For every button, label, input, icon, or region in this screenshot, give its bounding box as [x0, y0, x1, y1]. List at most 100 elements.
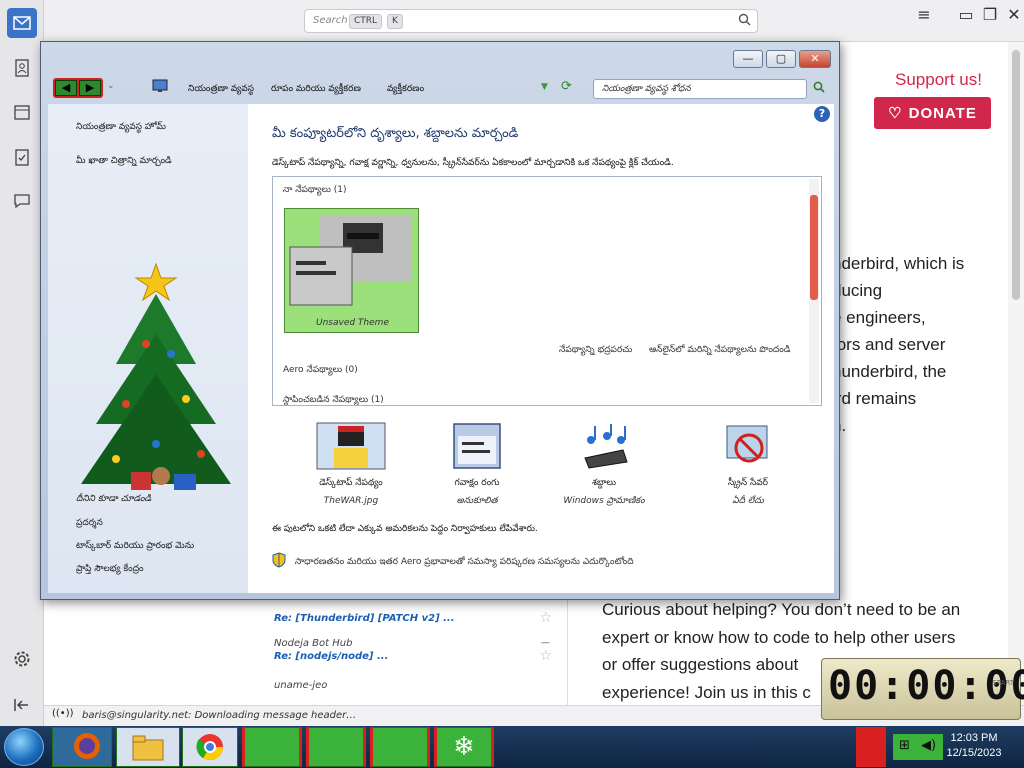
- link-ease-of-access[interactable]: ప్రాప్తి సౌలభ్య కేంద్రం: [76, 564, 144, 576]
- page-description: డెస్క్‌టాప్ నేపథ్యాన్ని, గవాక్ష వర్ణాన్న…: [272, 158, 674, 168]
- breadcrumb-appearance[interactable]: రూపం మరియు వ్యక్తీకరణ: [271, 84, 361, 96]
- settings-gear-icon[interactable]: [10, 647, 34, 671]
- status-text: baris@singularity.net: Downloading messa…: [82, 710, 357, 721]
- donate-button[interactable]: ♡ DONATE: [874, 97, 991, 129]
- message-row[interactable]: Nodeja Bot Hub — Re: [nodejs/node] ... ☆: [262, 636, 562, 664]
- close-button[interactable]: ✕: [1004, 6, 1024, 26]
- page-scrollbar[interactable]: [1008, 42, 1024, 726]
- option-value: అనుకూలిత: [456, 496, 498, 506]
- message-sender: uname-jeo: [274, 680, 328, 691]
- forward-button[interactable]: ▶: [79, 80, 101, 96]
- message-row[interactable]: uname-jeo: [262, 678, 562, 706]
- system-tray: ⊞ ◀): [893, 734, 943, 760]
- timer-start-button[interactable]: START: [992, 679, 1014, 687]
- about-line: nderbird, which is: [832, 254, 965, 273]
- snowflake-icon: ❄: [453, 732, 475, 762]
- link-display[interactable]: ప్రదర్శన: [76, 518, 103, 530]
- explorer-button[interactable]: [116, 727, 180, 767]
- app-menu-icon[interactable]: ≡: [914, 6, 934, 26]
- calendar-icon[interactable]: [10, 100, 34, 124]
- control-panel-search-input[interactable]: నియంత్రణా వ్యవస్థ శోధన: [593, 79, 807, 99]
- breadcrumb-control-panel[interactable]: నియంత్రణా వ్యవస్థ: [188, 84, 254, 96]
- start-button[interactable]: [4, 728, 44, 766]
- message-row[interactable]: Re: [Thunderbird] [PATCH v2] ... ☆: [262, 598, 562, 626]
- desktop-background-icon: [316, 422, 386, 470]
- troubleshoot-link[interactable]: సాధారణతనం మరియు ఇతర Aero ప్రభావాలతో సమస్…: [295, 557, 634, 567]
- about-line: e engineers,: [832, 308, 926, 327]
- theme-name: Unsaved Theme: [316, 318, 389, 328]
- taskbar-tree-app[interactable]: [242, 727, 302, 767]
- volume-icon[interactable]: ◀): [921, 738, 936, 753]
- option-label: గవాక్షం రంగు: [454, 478, 500, 488]
- scrollbar-thumb[interactable]: [1012, 50, 1020, 300]
- back-button[interactable]: ◀: [55, 80, 77, 96]
- taskbar-snowflake-app[interactable]: ❄: [434, 727, 494, 767]
- minimize-button[interactable]: ▭: [956, 6, 976, 26]
- about-line: ird remains: [832, 389, 917, 408]
- network-icon[interactable]: ⊞: [899, 738, 910, 753]
- curious-line: expert or know how to code to help other…: [602, 627, 956, 647]
- window-controls: — ▢ ✕: [733, 50, 831, 68]
- search-icon: [738, 13, 751, 29]
- search-placeholder: Search: [313, 15, 348, 26]
- heart-icon: ♡: [888, 105, 903, 122]
- spaces-toolbar: [0, 0, 44, 726]
- star-icon[interactable]: ☆: [539, 610, 552, 626]
- collapse-spaces-icon[interactable]: [10, 693, 34, 717]
- get-more-themes-link[interactable]: ఆన్‌లైన్‌లో మరిన్ని నేపథ్యాలను పొందండి: [649, 345, 791, 357]
- system-clock[interactable]: 12:03 PM 12/15/2023: [944, 731, 1004, 761]
- option-value: TheWAR.jpg: [323, 496, 379, 506]
- unsaved-theme-tile[interactable]: Unsaved Theme: [284, 208, 419, 333]
- christmas-tree-illustration: [81, 262, 231, 490]
- show-hidden-icons[interactable]: [856, 727, 886, 767]
- taskbar-thunderbird[interactable]: [306, 727, 366, 767]
- close-button[interactable]: ✕: [799, 50, 831, 68]
- countdown-timer[interactable]: 00:00:00 START: [821, 658, 1024, 720]
- troubleshoot-link-row[interactable]: సాధారణతనం మరియు ఇతర Aero ప్రభావాలతో సమస్…: [272, 552, 634, 571]
- chrome-button[interactable]: [182, 727, 238, 767]
- refresh-icon[interactable]: ⟳: [561, 79, 572, 94]
- support-us-heading: Support us!: [895, 70, 982, 89]
- clock-time: 12:03 PM: [950, 732, 998, 744]
- control-panel-icon: [152, 79, 168, 96]
- link-taskbar-start-menu[interactable]: టాస్క్‌బార్ మరియు ప్రారంభ మెను: [76, 541, 194, 553]
- sounds-option[interactable]: శబ్దాలు Windows ప్రామాణికం: [544, 422, 664, 508]
- installed-themes-heading: స్థాపించబడిన నేపథ్యాలు (1): [283, 395, 384, 405]
- save-theme-link[interactable]: నేపథ్యాన్ని భద్రపరచు: [559, 345, 632, 357]
- shield-icon: [272, 552, 286, 571]
- history-dropdown-icon[interactable]: ⌄: [107, 81, 115, 91]
- about-line: hunderbird, the: [832, 362, 947, 381]
- theme-preview-icon: [289, 215, 411, 306]
- message-date: —: [541, 638, 550, 648]
- online-status-icon[interactable]: ((•)): [52, 708, 74, 719]
- taskbar: ❄ ⊞ ◀) 12:03 PM 12/15/2023: [0, 726, 1024, 768]
- desktop-background-option[interactable]: డెస్క్‌టాప్ నేపథ్యం TheWAR.jpg: [291, 422, 411, 506]
- message-list: Re: [Thunderbird] [PATCH v2] ... ☆ Nodej…: [262, 596, 568, 706]
- link-change-account-picture[interactable]: మీ ఖాతా చిత్రాన్ని మార్చండి: [76, 156, 172, 168]
- minimize-button[interactable]: —: [733, 50, 763, 68]
- tasks-icon[interactable]: [10, 145, 34, 169]
- about-paragraph: nderbird, which is ducing e engineers, t…: [832, 250, 1012, 439]
- address-book-icon[interactable]: [10, 56, 34, 80]
- help-icon[interactable]: ?: [814, 106, 830, 122]
- theme-list-scrollbar[interactable]: [809, 179, 819, 403]
- window-color-option[interactable]: గవాక్షం రంగు అనుకూలిత: [417, 422, 537, 508]
- scrollbar-thumb[interactable]: [810, 195, 818, 300]
- restore-button[interactable]: ❐: [980, 6, 1000, 26]
- taskbar-control-panel[interactable]: [370, 727, 430, 767]
- chat-icon[interactable]: [10, 189, 34, 213]
- global-search-input[interactable]: Search CTRL K: [304, 9, 758, 33]
- chrome-icon: [196, 734, 224, 761]
- breadcrumb-personalization[interactable]: వ్యక్తీకరణం: [387, 84, 424, 96]
- dropdown-arrow-icon[interactable]: ▼: [541, 82, 548, 92]
- maximize-button[interactable]: ▢: [766, 50, 796, 68]
- option-label: డెస్క్‌టాప్ నేపథ్యం: [319, 478, 383, 488]
- star-icon[interactable]: ☆: [539, 648, 552, 664]
- screen-saver-option[interactable]: స్క్రీన్ సేవర్ ఏదీ లేదు: [688, 422, 808, 508]
- link-control-panel-home[interactable]: నియంత్రణా వ్యవస్థ హోమ్: [76, 122, 166, 134]
- firefox-icon[interactable]: [72, 727, 106, 767]
- my-themes-heading: నా నేపథ్యాలు (1): [283, 185, 347, 195]
- about-line: tors and server: [832, 335, 946, 354]
- mail-icon[interactable]: [7, 8, 37, 38]
- search-icon[interactable]: [813, 81, 825, 96]
